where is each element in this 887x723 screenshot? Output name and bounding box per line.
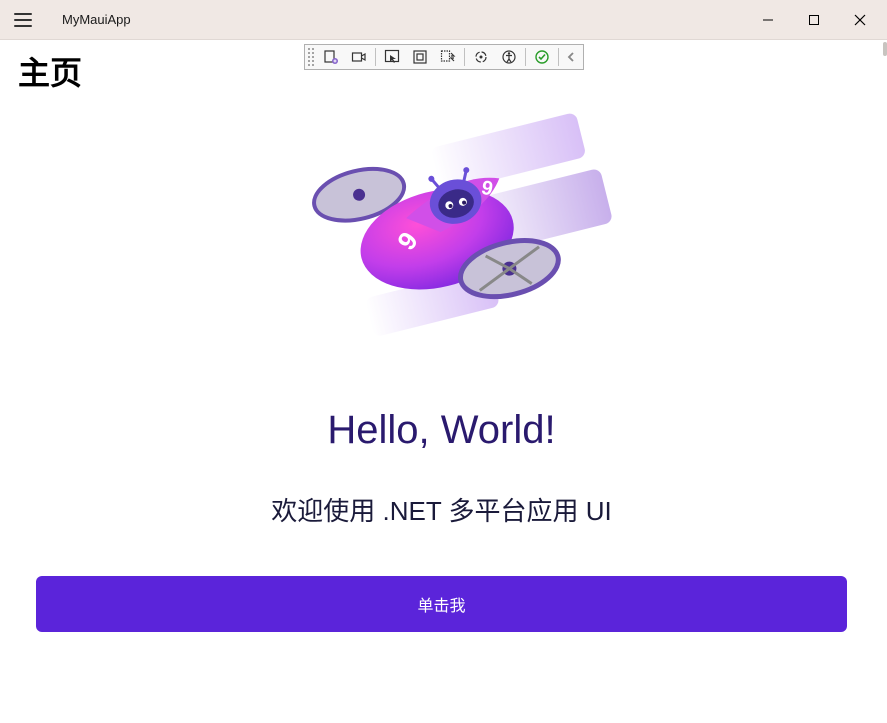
hamburger-menu-button[interactable] (10, 9, 36, 31)
title-bar: MyMauiApp (0, 0, 887, 40)
camera-icon[interactable] (345, 46, 373, 68)
headline-label: Hello, World! (327, 408, 555, 453)
layout-adorners-icon[interactable] (406, 46, 434, 68)
xaml-debug-toolbar (304, 44, 584, 70)
scrollbar-thumb[interactable] (883, 42, 887, 56)
check-icon[interactable] (528, 46, 556, 68)
select-element-icon[interactable] (378, 46, 406, 68)
dotnet-bot-illustration: 9 9 (262, 108, 622, 368)
close-button[interactable] (837, 0, 883, 40)
window-controls (745, 0, 883, 40)
track-focus-icon[interactable] (467, 46, 495, 68)
main-content: 9 9 (0, 90, 883, 719)
subheadline-label: 欢迎使用 .NET 多平台应用 UI (271, 491, 611, 528)
collapse-chevron-icon[interactable] (561, 46, 581, 68)
minimize-button[interactable] (745, 0, 791, 40)
app-title: MyMauiApp (62, 12, 131, 27)
hot-reload-icon[interactable] (434, 46, 462, 68)
toolbar-grip[interactable] (307, 47, 315, 67)
accessibility-icon[interactable] (495, 46, 523, 68)
maximize-button[interactable] (791, 0, 837, 40)
click-me-button[interactable]: 单击我 (36, 576, 847, 632)
live-visual-tree-icon[interactable] (317, 46, 345, 68)
